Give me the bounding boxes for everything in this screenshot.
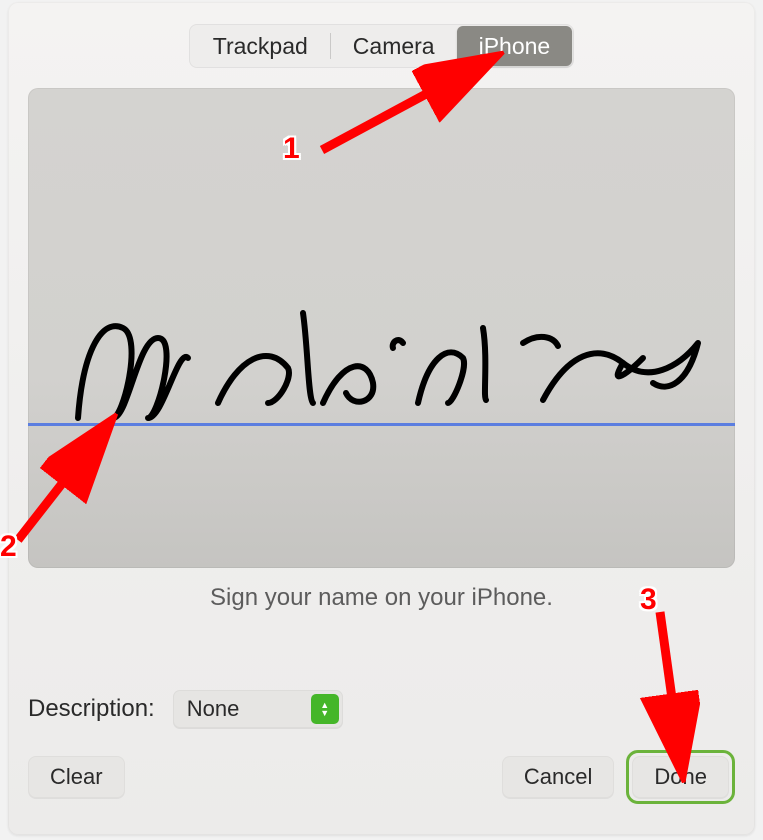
signature-canvas[interactable] xyxy=(28,88,735,568)
signature-dialog: Trackpad Camera iPhone Sign your name on… xyxy=(8,2,755,835)
segment-iphone[interactable]: iPhone xyxy=(457,26,573,66)
segment-camera[interactable]: Camera xyxy=(331,26,457,66)
segment-trackpad[interactable]: Trackpad xyxy=(191,26,330,66)
cancel-button[interactable]: Cancel xyxy=(502,756,614,798)
signature-baseline xyxy=(28,423,735,426)
description-label: Description: xyxy=(28,695,155,723)
description-popup[interactable]: None xyxy=(173,690,343,728)
description-value: None xyxy=(187,696,240,722)
chevron-up-down-icon xyxy=(311,694,339,724)
instruction-text: Sign your name on your iPhone. xyxy=(28,584,735,612)
clear-button[interactable]: Clear xyxy=(28,756,125,798)
signature-stroke xyxy=(68,288,718,438)
description-row: Description: None xyxy=(28,690,735,728)
done-highlight: Done xyxy=(626,750,735,804)
done-button[interactable]: Done xyxy=(632,756,729,798)
source-segmented-control[interactable]: Trackpad Camera iPhone xyxy=(189,24,574,68)
button-row: Clear Cancel Done xyxy=(28,750,735,804)
